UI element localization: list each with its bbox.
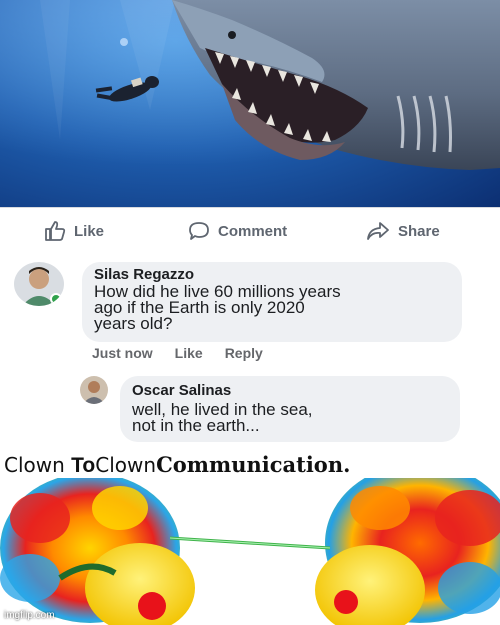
comment-label: Comment	[218, 222, 288, 240]
reply-avatar[interactable]	[80, 376, 108, 404]
comment-text: How did he live 60 millions years ago if…	[94, 282, 341, 333]
reply-bubble: Oscar Salinas well, he lived in the sea,…	[120, 376, 460, 442]
post-action-bar: Like Comment Share	[0, 207, 500, 256]
reply-text: well, he lived in the sea, not in the ea…	[132, 400, 313, 435]
share-arrow-icon	[366, 221, 390, 241]
comment-reply-link[interactable]: Reply	[225, 345, 263, 361]
share-button[interactable]: Share	[366, 221, 440, 241]
comment-bubble: Silas Regazzo How did he live 60 million…	[82, 262, 462, 342]
meme-image: Like Comment Share Silas Regazzo How did…	[0, 0, 500, 625]
caption-word-to: To	[71, 454, 96, 477]
thumbs-up-icon	[44, 221, 66, 241]
clowns-image: imgflip.com	[0, 478, 500, 625]
imgflip-watermark: imgflip.com	[4, 610, 55, 621]
like-label: Like	[74, 222, 105, 240]
comment-author[interactable]: Silas Regazzo	[94, 266, 194, 283]
caption-word-communication: Communication.	[156, 452, 351, 477]
comment-like-link[interactable]: Like	[175, 345, 203, 361]
caption-word-clown-2: Clown	[95, 453, 157, 477]
like-button[interactable]: Like	[44, 221, 104, 241]
caption-word-clown: Clown	[4, 453, 72, 477]
share-label: Share	[398, 222, 440, 240]
avatar[interactable]	[14, 262, 64, 306]
meme-caption: Clown ToClownCommunication.	[4, 452, 350, 478]
comment-meta: Just now Like Reply	[92, 345, 263, 361]
shark-photo	[0, 0, 500, 207]
comment-timestamp: Just now	[92, 345, 153, 361]
reply-author[interactable]: Oscar Salinas	[132, 382, 231, 399]
comment-icon	[188, 221, 210, 241]
comment-button[interactable]: Comment	[188, 221, 287, 241]
